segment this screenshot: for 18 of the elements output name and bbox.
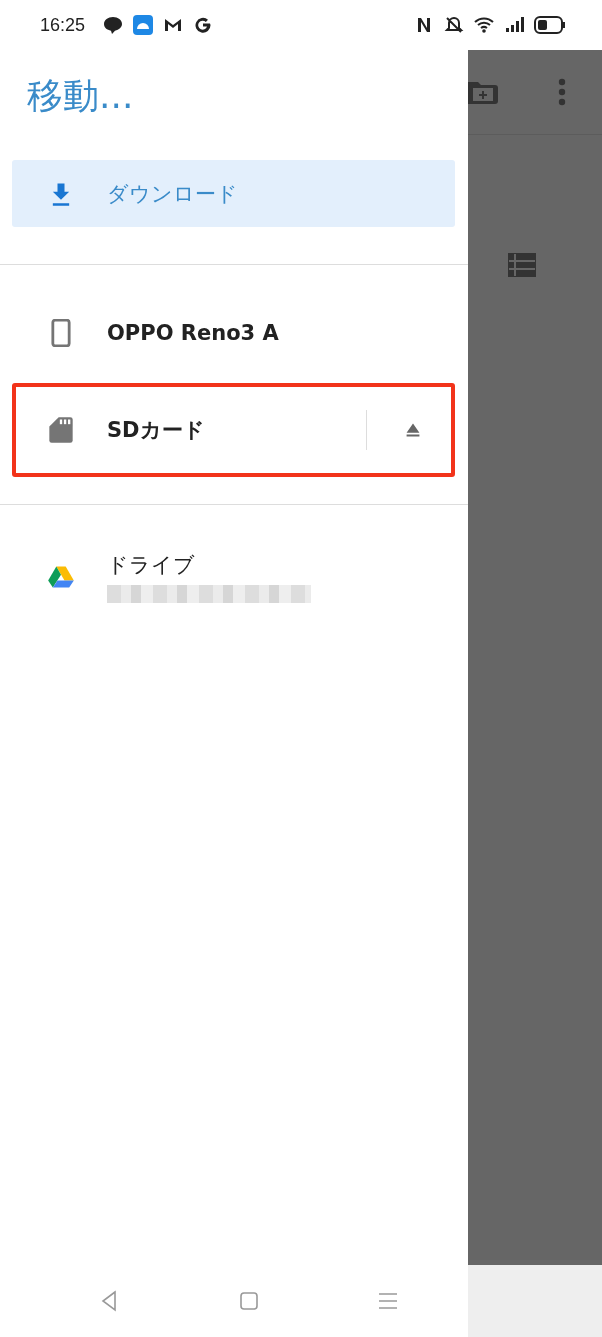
storage-item[interactable]: OPPO Reno3 A	[12, 286, 455, 380]
home-icon[interactable]	[237, 1289, 261, 1313]
battery-icon	[534, 16, 566, 34]
item-label: ダウンロード	[107, 180, 239, 208]
item-label: ドライブ	[107, 552, 196, 579]
chat-bubble-icon	[103, 15, 124, 35]
list-view-icon	[508, 253, 536, 277]
item-label: OPPO Reno3 A	[107, 321, 280, 345]
wifi-icon	[474, 15, 494, 35]
storage-item[interactable]: SDカード	[12, 383, 455, 477]
status-time: 16:25	[40, 14, 86, 36]
item-label: SDカード	[107, 417, 206, 444]
bell-muted-icon	[444, 15, 464, 35]
more-icon	[558, 78, 566, 106]
sd-card-icon	[47, 416, 75, 444]
dialog-title: 移動...	[26, 74, 135, 118]
signal-icon	[504, 15, 524, 35]
storage-item[interactable]: ドライブ	[12, 530, 455, 624]
